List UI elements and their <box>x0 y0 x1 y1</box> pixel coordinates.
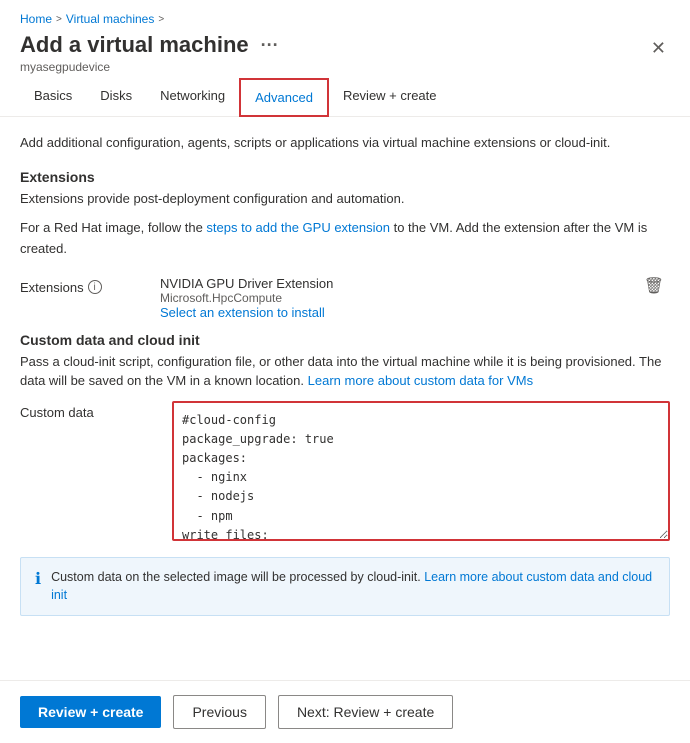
extension-sub: Microsoft.HpcCompute <box>160 291 630 305</box>
breadcrumb-sep2: > <box>158 14 164 25</box>
tab-review-create[interactable]: Review + create <box>329 78 451 116</box>
breadcrumb: Home > Virtual machines > <box>0 0 690 26</box>
more-options-button[interactable]: ··· <box>257 35 283 56</box>
extensions-value: NVIDIA GPU Driver Extension Microsoft.Hp… <box>160 276 630 320</box>
tab-networking[interactable]: Networking <box>146 78 239 116</box>
custom-data-label: Custom data <box>20 401 160 420</box>
gpu-extension-link[interactable]: steps to add the GPU extension <box>206 220 390 235</box>
tab-bar: Basics Disks Networking Advanced Review … <box>0 78 690 117</box>
page-title: Add a virtual machine ··· <box>20 32 283 58</box>
extensions-info-icon[interactable]: i <box>88 280 102 294</box>
info-box-text: Custom data on the selected image will b… <box>51 568 655 606</box>
tab-advanced[interactable]: Advanced <box>239 78 329 117</box>
delete-extension-button[interactable]: 🗑 <box>638 276 670 296</box>
custom-data-learn-more-link[interactable]: Learn more about custom data for VMs <box>308 373 533 388</box>
select-extension-link[interactable]: Select an extension to install <box>160 305 325 320</box>
custom-data-section-desc: Pass a cloud-init script, configuration … <box>20 352 670 391</box>
content-area: Add additional configuration, agents, sc… <box>0 117 690 680</box>
footer: Review + create Previous Next: Review + … <box>0 680 690 743</box>
custom-data-field-row: Custom data <box>20 401 670 541</box>
extensions-label: Extensions i <box>20 276 160 295</box>
breadcrumb-virtual-machines[interactable]: Virtual machines <box>66 12 155 26</box>
previous-button[interactable]: Previous <box>173 695 265 729</box>
extensions-field-row: Extensions i NVIDIA GPU Driver Extension… <box>20 276 670 320</box>
review-create-button[interactable]: Review + create <box>20 696 161 728</box>
info-box-icon: ℹ <box>35 569 41 589</box>
close-button[interactable]: ✕ <box>647 38 670 59</box>
custom-data-section: Custom data and cloud init Pass a cloud-… <box>20 332 670 541</box>
tab-disks[interactable]: Disks <box>86 78 146 116</box>
page-description: Add additional configuration, agents, sc… <box>20 133 670 153</box>
extensions-section-desc: Extensions provide post-deployment confi… <box>20 189 670 209</box>
custom-data-section-title: Custom data and cloud init <box>20 332 670 348</box>
breadcrumb-home[interactable]: Home <box>20 12 52 26</box>
extensions-section-title: Extensions <box>20 169 670 185</box>
header-left: Add a virtual machine ··· myasegpudevice <box>20 32 283 74</box>
tab-basics[interactable]: Basics <box>20 78 86 116</box>
next-button[interactable]: Next: Review + create <box>278 695 453 729</box>
subtitle: myasegpudevice <box>20 60 283 74</box>
custom-data-textarea[interactable] <box>172 401 670 541</box>
breadcrumb-sep1: > <box>56 14 62 25</box>
header-right: ✕ <box>639 38 670 59</box>
panel: Home > Virtual machines > Add a virtual … <box>0 0 690 743</box>
extensions-info-text: For a Red Hat image, follow the steps to… <box>20 218 670 260</box>
panel-header: Add a virtual machine ··· myasegpudevice… <box>0 26 690 78</box>
info-box: ℹ Custom data on the selected image will… <box>20 557 670 617</box>
extension-name: NVIDIA GPU Driver Extension <box>160 276 630 291</box>
